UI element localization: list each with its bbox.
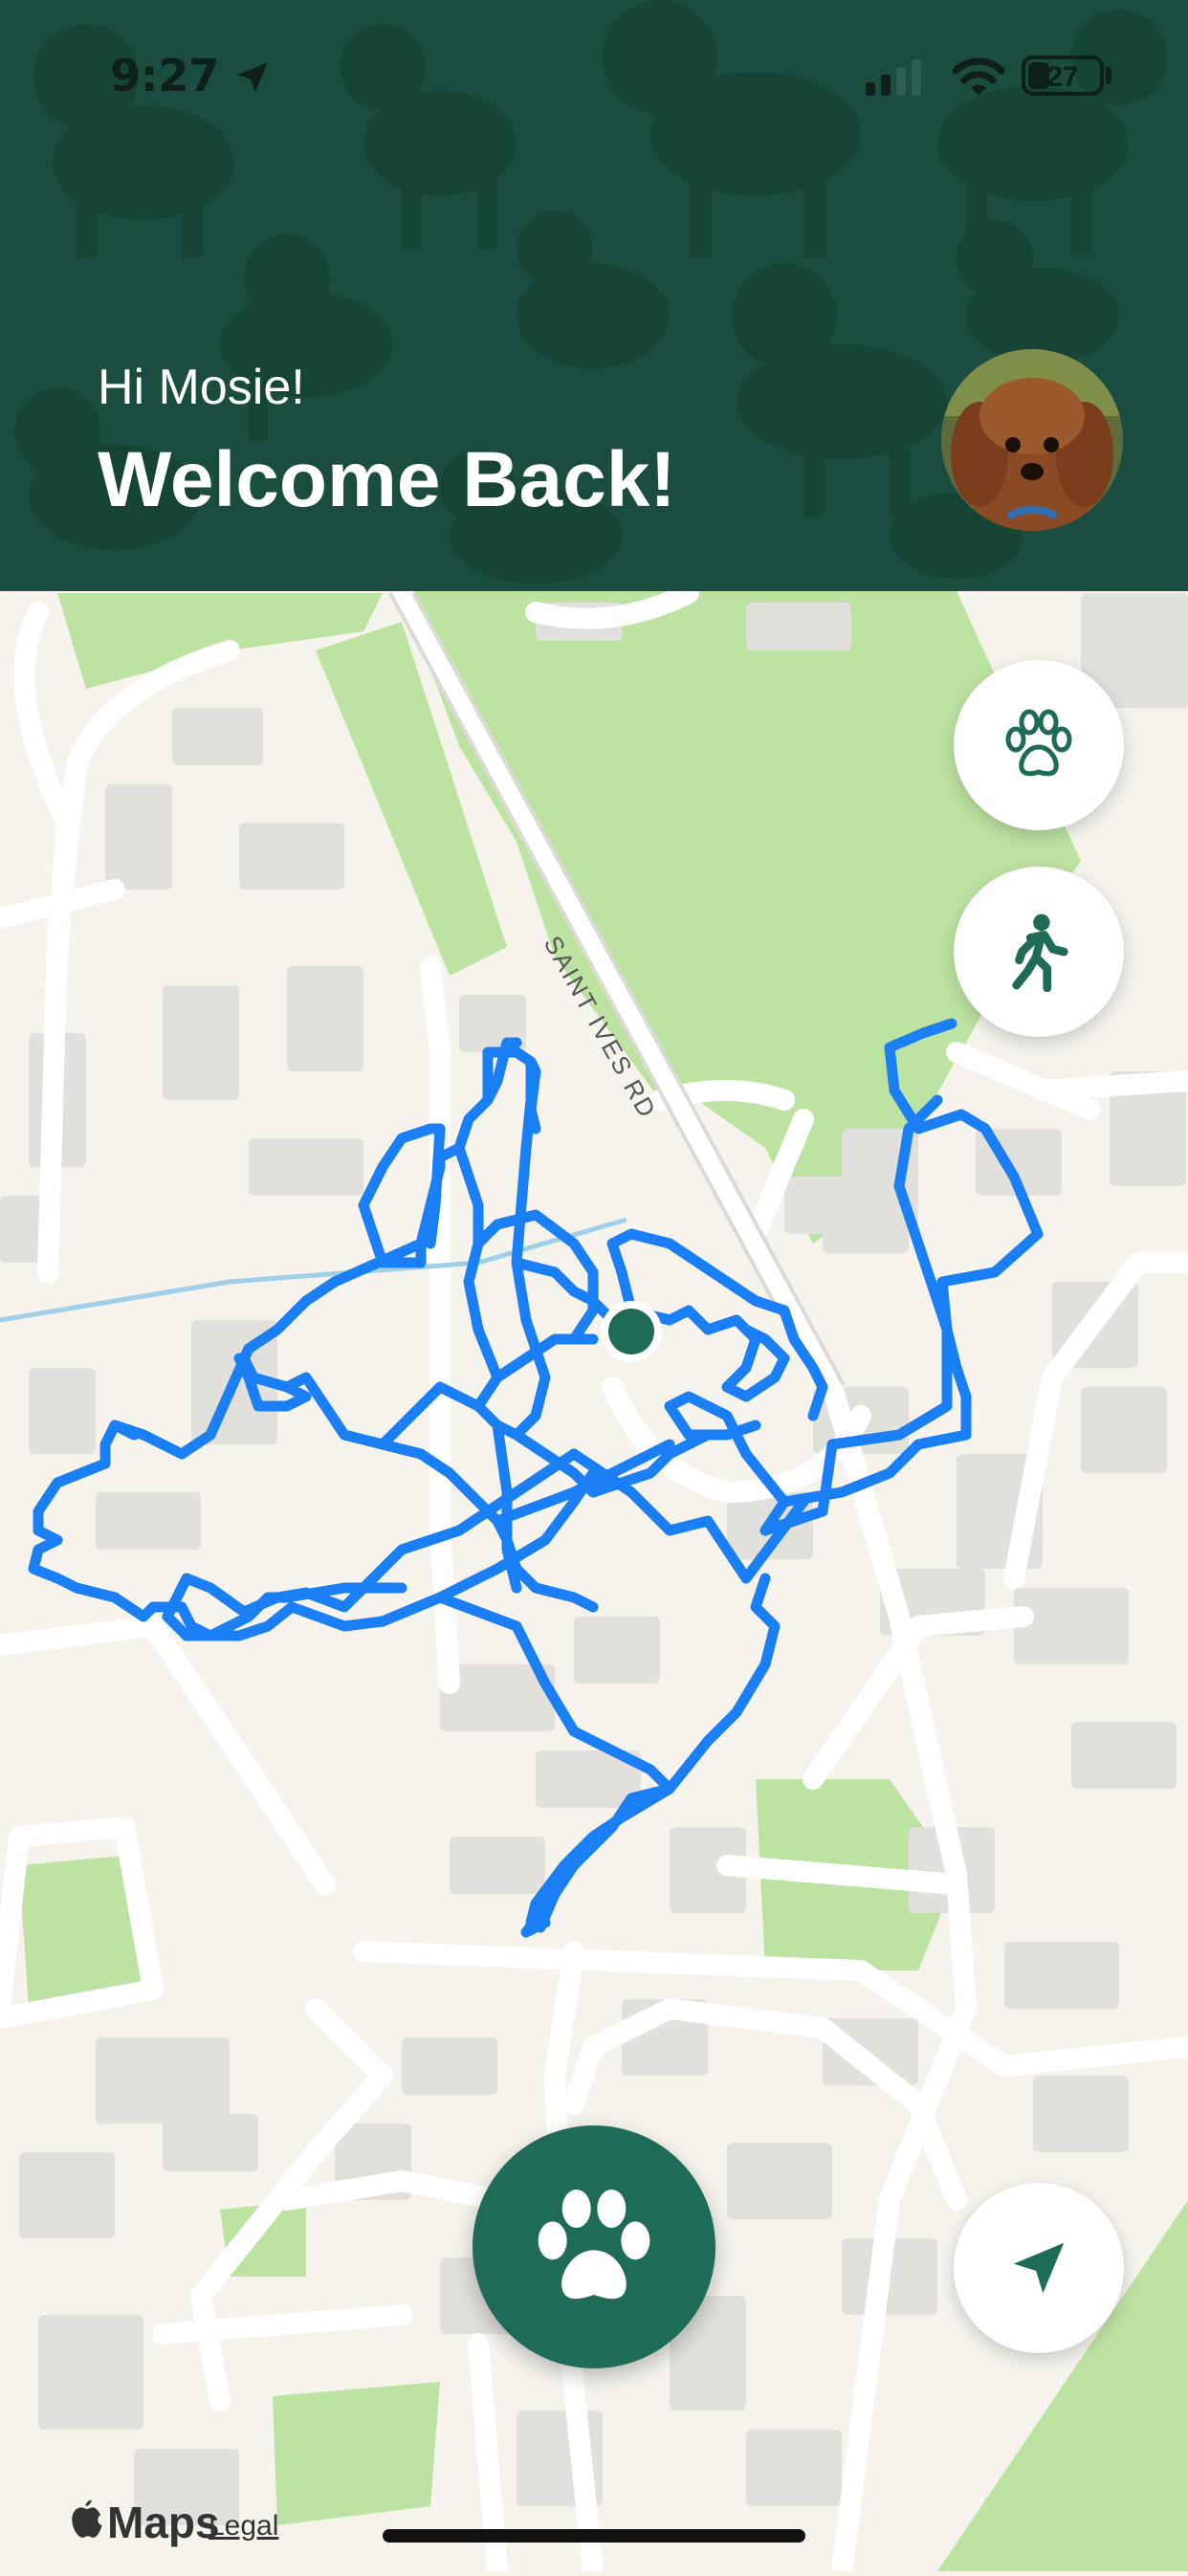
apple-logo-icon: [72, 2499, 102, 2538]
status-time: 9:27: [110, 50, 220, 101]
maps-brand: Maps: [107, 2498, 220, 2547]
greeting-text: Hi Mosie!: [98, 360, 305, 415]
walk-mode-button[interactable]: [954, 867, 1124, 1037]
navigation-arrow-icon: [1013, 2242, 1065, 2294]
profile-avatar[interactable]: [941, 349, 1123, 531]
cellular-signal-icon: [866, 59, 921, 96]
paw-icon: [1005, 709, 1072, 777]
paw-button[interactable]: [954, 660, 1124, 830]
paw-icon: [538, 2190, 650, 2300]
recenter-location-button[interactable]: [954, 2183, 1124, 2353]
battery-icon: 27: [1022, 55, 1104, 96]
dog-photo: [941, 349, 1123, 531]
battery-cap: [1106, 67, 1111, 84]
legal-link[interactable]: Legal: [209, 2510, 278, 2543]
start-walk-button[interactable]: [473, 2125, 715, 2368]
wifi-icon: [952, 57, 1005, 96]
location-services-icon: [237, 62, 268, 93]
home-indicator: [383, 2529, 805, 2543]
status-bar: 9:27 27: [0, 0, 1188, 153]
header: 9:27 27 Hi Mosie! Welcome Back!: [0, 0, 1188, 591]
battery-percent: 27: [1046, 61, 1079, 93]
page-title: Welcome Back!: [98, 436, 676, 523]
walking-icon: [1012, 914, 1068, 992]
current-location-dot: [608, 1309, 654, 1354]
